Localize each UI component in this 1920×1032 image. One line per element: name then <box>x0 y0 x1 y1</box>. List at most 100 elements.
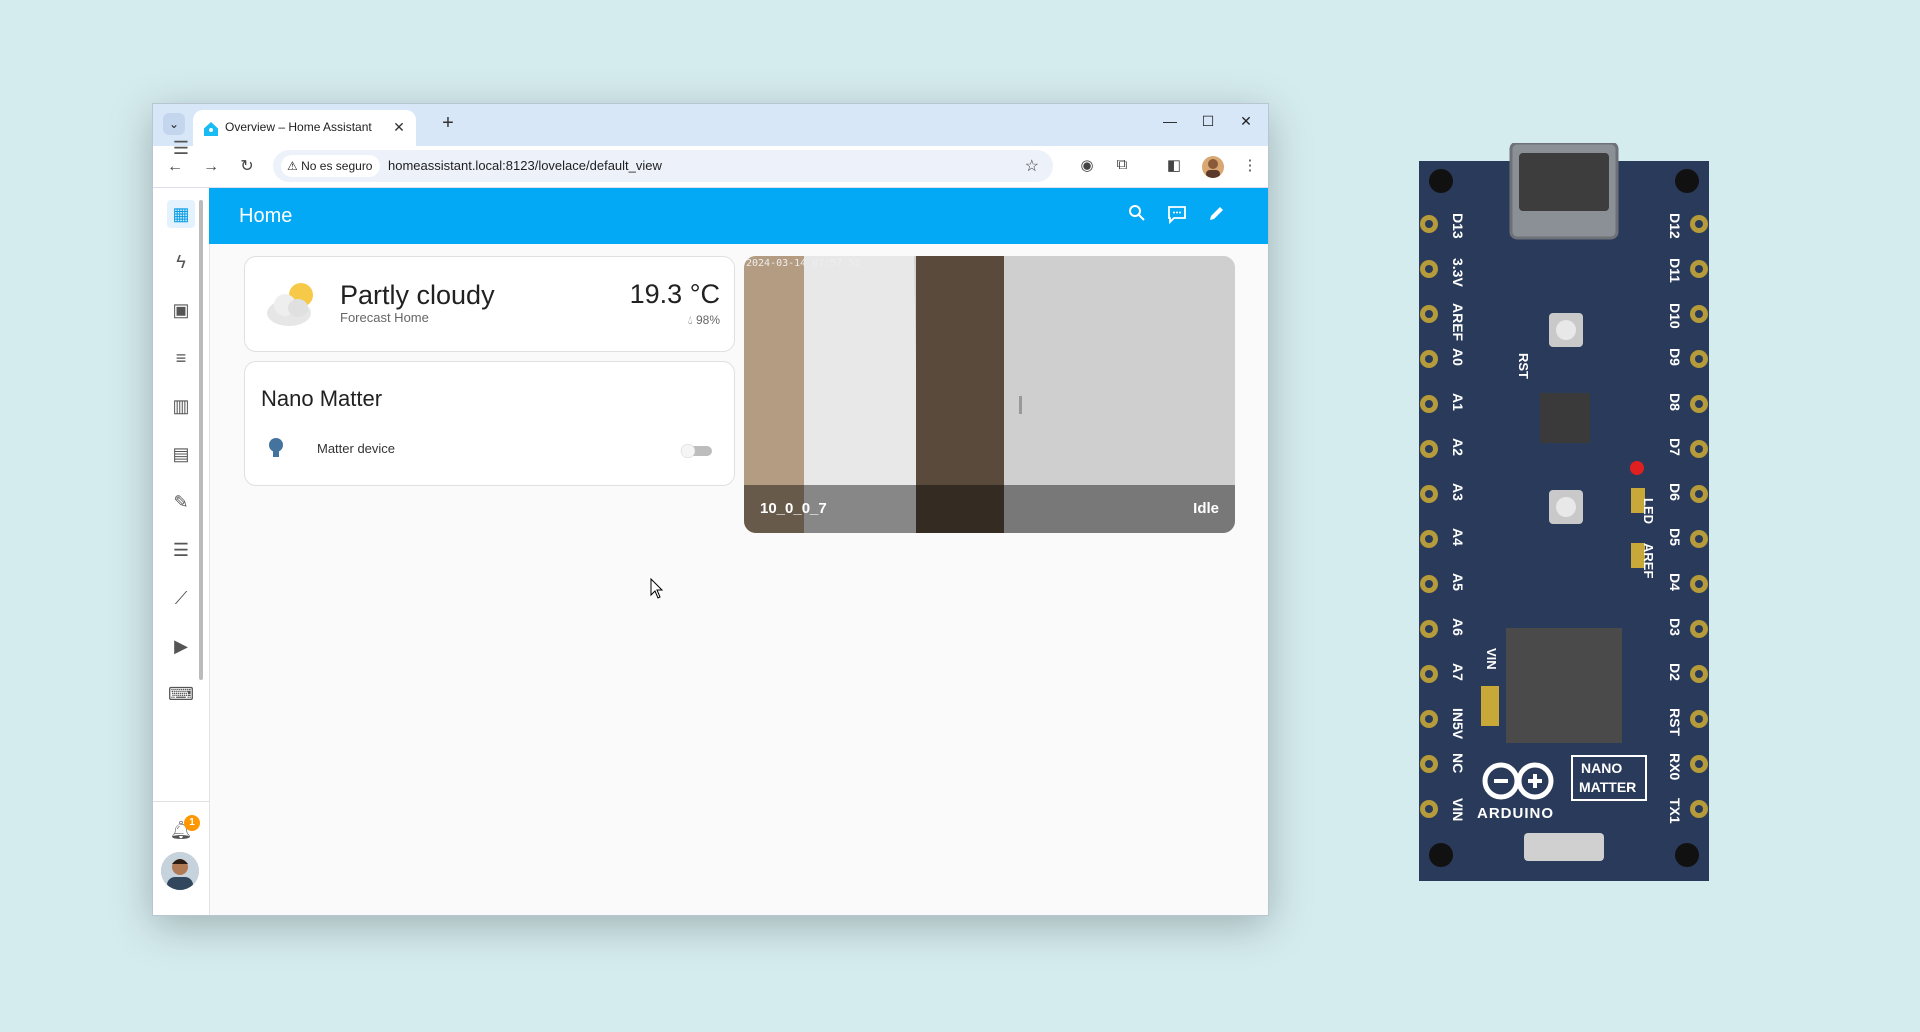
forward-icon[interactable]: → <box>199 155 223 179</box>
user-avatar[interactable] <box>161 852 199 890</box>
ha-header: Home <box>209 188 1268 244</box>
pin-label: D8 <box>1667 393 1683 411</box>
hacs-icon[interactable]: ▤ <box>167 440 195 468</box>
pin-label: D2 <box>1667 663 1683 681</box>
weather-condition: Partly cloudy <box>340 280 495 310</box>
terminal-icon[interactable]: ⌨ <box>167 680 195 708</box>
security-label: No es seguro <box>301 159 373 173</box>
security-chip[interactable]: ⚠ No es seguro <box>281 155 381 177</box>
tab-title: Overview – Home Assistant <box>225 120 372 134</box>
pin-label: A5 <box>1450 573 1466 591</box>
page-title: Home <box>239 205 293 227</box>
tab-search-button[interactable]: ⌄ <box>163 113 185 135</box>
led-label: LED <box>1641 498 1656 524</box>
mouse-pointer-icon <box>650 578 664 599</box>
camera-state: Idle <box>1193 500 1219 517</box>
map-icon[interactable]: ▣ <box>167 296 195 324</box>
sidebar-scrollbar[interactable] <box>199 200 203 680</box>
pin-label: A4 <box>1450 528 1466 546</box>
vin-label: VIN <box>1484 648 1499 670</box>
todo-list-icon[interactable]: ≡ <box>167 344 195 372</box>
bookmark-star-icon[interactable]: ☆ <box>1025 156 1039 176</box>
camera-name: 10_0_0_7 <box>760 500 827 517</box>
pin-label: D13 <box>1450 213 1466 239</box>
pin-label: A6 <box>1450 618 1466 636</box>
media-icon[interactable]: ▶ <box>167 632 195 660</box>
pin-label: D3 <box>1667 618 1683 636</box>
right-pin-labels: D12 D11 D10 D9 D8 D7 D6 D5 D4 D3 D2 RST … <box>1663 213 1683 833</box>
browser-toolbar: ← → ↻ ⚠ No es seguro homeassistant.local… <box>153 146 1268 188</box>
extension-circle-icon[interactable]: ◉ <box>1076 156 1098 174</box>
statistics-icon[interactable]: ⟋ <box>167 584 195 612</box>
pin-label: 3.3V <box>1450 258 1466 287</box>
close-tab-icon[interactable]: ✕ <box>390 118 408 136</box>
entity-name[interactable]: Matter device <box>317 441 395 456</box>
tab-bar: ⌄ Overview – Home Assistant ✕ + — ☐ ✕ <box>153 104 1268 146</box>
pin-label: A2 <box>1450 438 1466 456</box>
sidebar-divider <box>153 801 209 802</box>
weather-humidity: 💧︎ 98% <box>688 313 720 328</box>
close-window-icon[interactable]: ✕ <box>1231 113 1261 130</box>
pin-label: VIN <box>1450 798 1466 822</box>
camera-card[interactable]: 2024-03-14 07:57:52 10_0_0_7 Idle <box>744 256 1235 533</box>
pin-label: A0 <box>1450 348 1466 366</box>
pin-label: AREF <box>1450 303 1466 342</box>
rst-label: RST <box>1516 353 1531 379</box>
search-icon[interactable] <box>1125 204 1149 228</box>
product-line-2: MATTER <box>1579 779 1637 795</box>
humidity-value: 98% <box>695 313 720 327</box>
reload-icon[interactable]: ↻ <box>235 155 259 179</box>
notification-badge: 1 <box>184 815 200 831</box>
person-icon <box>161 852 199 890</box>
hamburger-menu-icon[interactable]: ☰ <box>167 134 195 162</box>
ha-sidebar: ☰ ▦ ϟ ▣ ≡ ▥ ▤ ✎ ☰ ⟋ ▶ ⌨ 🔔︎ 1 <box>153 138 210 915</box>
pin-label: D9 <box>1667 348 1683 366</box>
warning-icon: ⚠ <box>287 159 298 173</box>
dashboard-icon[interactable]: ▦ <box>167 200 195 228</box>
wrench-icon[interactable]: ✎ <box>167 488 195 516</box>
aref-label: AREF <box>1641 543 1656 579</box>
pin-label: D11 <box>1667 258 1683 283</box>
history-icon[interactable]: ▥ <box>167 392 195 420</box>
entity-toggle-switch[interactable] <box>680 444 714 458</box>
pin-label: A1 <box>1450 393 1466 411</box>
weather-source: Forecast Home <box>340 310 429 325</box>
pin-label: RX0 <box>1667 753 1683 781</box>
arduino-nano-matter-board: D13 3.3V AREF A0 A1 A2 A3 A4 A5 A6 A7 IN… <box>1419 141 1709 886</box>
lightbulb-icon[interactable] <box>265 436 287 460</box>
product-line-1: NANO <box>1581 760 1623 776</box>
left-pin-labels: D13 3.3V AREF A0 A1 A2 A3 A4 A5 A6 A7 IN… <box>1446 213 1466 833</box>
pin-label: D4 <box>1667 573 1683 591</box>
camera-footer: 10_0_0_7 Idle <box>744 485 1235 533</box>
url-text[interactable]: homeassistant.local:8123/lovelace/defaul… <box>388 158 662 173</box>
logbook-icon[interactable]: ☰ <box>167 536 195 564</box>
camera-timestamp: 2024-03-14 07:57:52 <box>746 258 861 269</box>
edit-pencil-icon[interactable] <box>1205 204 1229 228</box>
card-title: Nano Matter <box>261 386 383 411</box>
pin-label: IN5V <box>1450 708 1466 740</box>
pin-label: D12 <box>1667 213 1683 239</box>
side-panel-icon[interactable]: ◧ <box>1163 156 1185 174</box>
address-bar[interactable]: ⚠ No es seguro homeassistant.local:8123/… <box>273 150 1053 182</box>
pin-label: RST <box>1667 708 1683 736</box>
energy-icon[interactable]: ϟ <box>167 248 195 276</box>
pin-label: A7 <box>1450 663 1466 681</box>
maximize-icon[interactable]: ☐ <box>1193 113 1223 130</box>
pin-label: D6 <box>1667 483 1683 501</box>
pin-label: D10 <box>1667 303 1683 329</box>
extensions-puzzle-icon[interactable]: ⧉ <box>1111 156 1133 173</box>
profile-avatar[interactable] <box>1202 156 1224 178</box>
pin-label: A3 <box>1450 483 1466 501</box>
arduino-brand: ARDUINO <box>1477 805 1554 822</box>
person-icon <box>1206 159 1220 178</box>
weather-card[interactable]: Partly cloudy Forecast Home 19.3 °C 💧︎ 9… <box>244 256 735 352</box>
product-label-box: NANO MATTER <box>1571 755 1647 801</box>
minimize-icon[interactable]: — <box>1155 113 1185 129</box>
partly-cloudy-icon <box>267 283 313 326</box>
pin-label: NC <box>1450 753 1466 774</box>
menu-kebab-icon[interactable]: ⋮ <box>1239 156 1261 174</box>
new-tab-button[interactable]: + <box>436 112 460 135</box>
weather-temperature: 19.3 °C <box>629 279 720 309</box>
assist-chat-icon[interactable] <box>1165 204 1189 228</box>
browser-tab[interactable]: Overview – Home Assistant ✕ <box>193 110 416 146</box>
